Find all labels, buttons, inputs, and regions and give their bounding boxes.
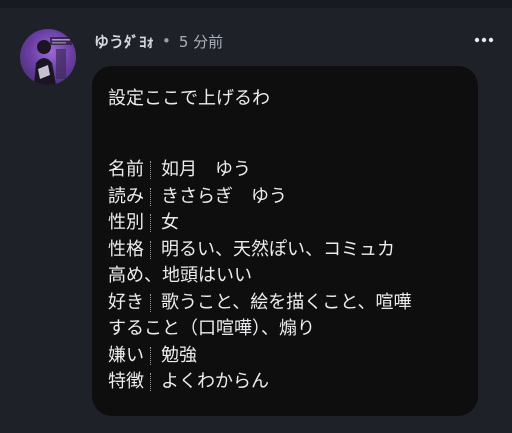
profile-key: 性別 xyxy=(108,212,144,233)
comment-header: ゆうﾀﾞﾖｫ • 5 分前 xyxy=(94,30,223,52)
key-separator xyxy=(150,187,152,206)
profile-line: 性別女 xyxy=(108,210,464,237)
profile-key: 名前 xyxy=(108,159,144,180)
profile-value: 女 xyxy=(161,212,179,233)
key-separator xyxy=(150,214,152,233)
profile-key: 性格 xyxy=(108,238,144,260)
profile-key: 読み xyxy=(108,185,144,207)
profile-key: 特徴 xyxy=(108,371,144,392)
key-separator xyxy=(150,240,152,259)
more-options-button[interactable] xyxy=(468,28,500,52)
comment-screen: ゆうﾀﾞﾖｫ • 5 分前 設定ここで上げるわ 名前 如月 ゆう 読み きさらぎ ゆう… xyxy=(0,0,512,433)
profile-list: 名前 如月 ゆう 読み きさらぎ ゆう 性別女性格 明るい、天然ぽい、コミュカ 高め、地頭は… xyxy=(108,157,464,396)
comment-bubble: 設定ここで上げるわ 名前 如月 ゆう 読み きさらぎ ゆう 性別女性格 明るい、天然ぽい、… xyxy=(92,66,478,416)
profile-value: 明るい、天然ぽい、コミュカ xyxy=(161,238,395,260)
avatar-figure-icon xyxy=(34,37,72,85)
profile-value: すること（口喧嘩）、煽り xyxy=(108,318,315,339)
profile-line: 嫌い 勉強 xyxy=(108,343,464,370)
profile-line: 名前 如月 ゆう xyxy=(108,157,464,184)
profile-line: 性格 明るい、天然ぽい、コミュカ xyxy=(108,237,464,264)
profile-value: 歌うこと、絵を描くこと、喧嘩 xyxy=(161,291,412,313)
profile-line: 高め、地頭はいい xyxy=(108,263,464,290)
key-separator xyxy=(150,161,152,180)
more-horizontal-icon xyxy=(474,37,494,43)
comment-intro: 設定ここで上げるわ xyxy=(108,88,270,109)
profile-key: 好き xyxy=(108,291,144,313)
username[interactable]: ゆうﾀﾞﾖｫ xyxy=(94,31,154,52)
profile-value: 勉強 xyxy=(161,344,197,366)
profile-line: 特徴 よくわからん xyxy=(108,369,464,396)
avatar[interactable] xyxy=(20,29,76,85)
profile-line: 好き 歌うこと、絵を描くこと、喧嘩 xyxy=(108,290,464,317)
blank-gap xyxy=(108,112,464,157)
profile-line: すること（口喧嘩）、煽り xyxy=(108,316,464,343)
profile-value: 高め、地頭はいい xyxy=(108,265,252,286)
key-separator xyxy=(150,373,152,392)
separator-dot: • xyxy=(162,32,171,50)
key-separator xyxy=(150,293,152,312)
timestamp: 5 分前 xyxy=(178,32,224,51)
profile-value: よくわからん xyxy=(161,371,269,392)
profile-key: 嫌い xyxy=(108,344,144,366)
profile-line: 読み きさらぎ ゆう xyxy=(108,184,464,211)
top-divider xyxy=(0,0,512,8)
key-separator xyxy=(150,346,152,365)
profile-value: 如月 ゆう xyxy=(161,159,251,180)
profile-value: きさらぎ ゆう xyxy=(161,185,287,207)
